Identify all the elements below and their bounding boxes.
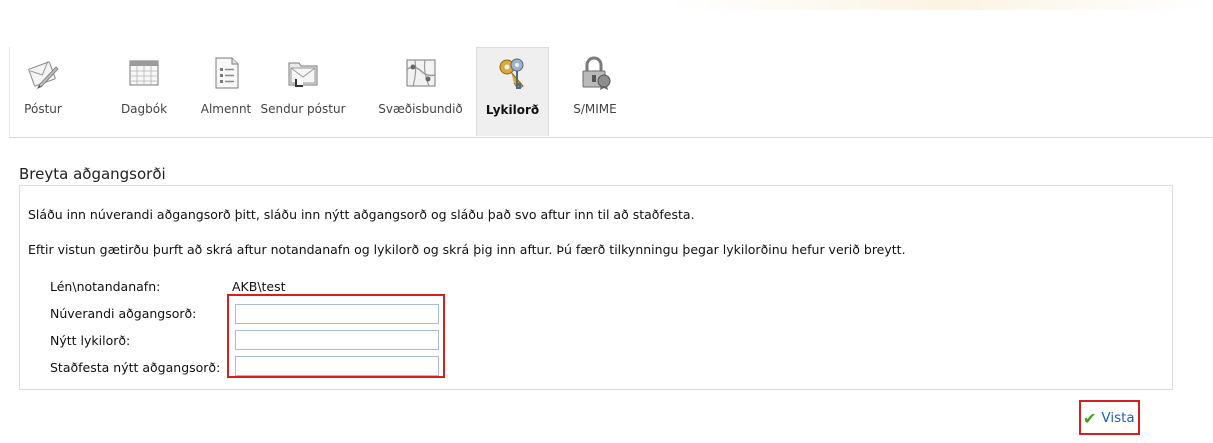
top-banner (0, 0, 1213, 10)
tab-calendar[interactable]: Dagbók (114, 47, 174, 136)
keys-icon (499, 58, 524, 89)
save-button-label: Vista (1101, 410, 1135, 426)
tab-label: Póstur (24, 102, 62, 116)
save-button[interactable]: ✔ Vista (1083, 405, 1135, 431)
tab-label: Dagbók (120, 102, 168, 116)
tab-label: Sendur póstur (260, 102, 346, 116)
tab-label: Lykilorð (485, 103, 540, 117)
calendar-icon (129, 60, 159, 86)
checkmark-icon: ✔ (1083, 408, 1097, 428)
tab-sent-mail[interactable]: Sendur póstur (260, 47, 346, 136)
tab-label: Almennt (200, 102, 252, 116)
list-icon (215, 57, 239, 89)
mail-icon (28, 60, 59, 89)
instruction-text: Sláðu inn núverandi aðgangsorð þitt, slá… (28, 207, 695, 222)
new-password-input[interactable] (235, 330, 439, 350)
domain-username-label: Lén\notandanafn: (50, 279, 161, 294)
new-password-label: Nýtt lykilorð: (50, 333, 131, 348)
instruction-text-2: Eftir vistun gætirðu þurft að skrá aftur… (28, 242, 906, 257)
lock-certificate-icon (582, 56, 611, 90)
tab-label: S/MIME (573, 102, 617, 116)
sent-mail-icon (288, 62, 318, 87)
confirm-password-input[interactable] (235, 356, 439, 376)
regional-map-icon (406, 59, 435, 87)
tab-label: Svæðisbundið (378, 102, 463, 116)
tab-regional[interactable]: Svæðisbundið (373, 47, 468, 136)
confirm-password-label: Staðfesta nýtt aðgangsorð: (50, 360, 221, 375)
current-password-label: Núverandi aðgangsorð: (50, 306, 197, 321)
tab-smime[interactable]: S/MIME (565, 47, 625, 136)
tab-mail[interactable]: Póstur (10, 47, 76, 136)
tab-general[interactable]: Almennt (193, 47, 259, 136)
domain-username-value: AKB\test (232, 279, 286, 294)
change-password-panel: Sláðu inn núverandi aðgangsorð þitt, slá… (19, 185, 1173, 390)
current-password-input[interactable] (235, 304, 439, 324)
tab-password[interactable]: Lykilorð (476, 47, 549, 136)
save-highlight: ✔ Vista (1079, 400, 1140, 435)
options-toolbar: Póstur Dagbók Almennt Sendur póstur Svæð… (9, 47, 1213, 138)
page-title: Breyta aðgangsorði (19, 165, 166, 183)
